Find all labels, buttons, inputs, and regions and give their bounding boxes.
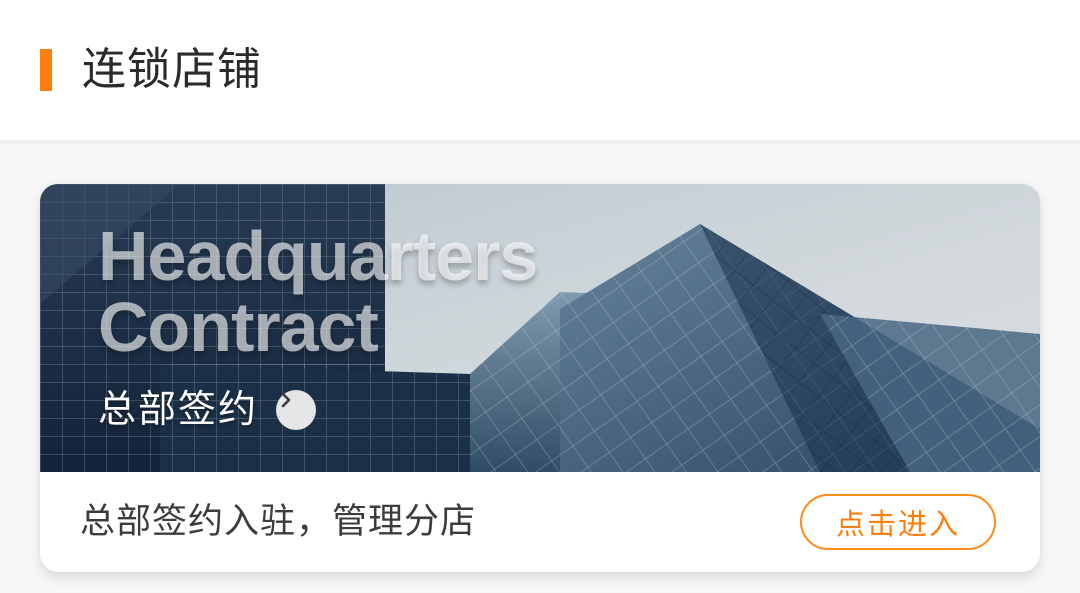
header-accent-bar [40, 49, 52, 91]
banner-title-en-line1: Headquarters [98, 217, 538, 295]
banner-title-en-line2: Contract [98, 288, 379, 366]
chevron-right-glyph [281, 392, 291, 408]
page-title: 连锁店铺 [82, 44, 262, 95]
headquarters-card[interactable]: Headquarters Contract 总部签约 总部签约入驻，管理分店 点… [40, 184, 1040, 572]
enter-button[interactable]: 点击进入 [800, 494, 996, 550]
card-footer: 总部签约入驻，管理分店 点击进入 [40, 472, 1040, 572]
banner-title-cn: 总部签约 [98, 387, 259, 431]
headquarters-banner[interactable]: Headquarters Contract 总部签约 [40, 184, 1040, 472]
chevron-right-icon[interactable] [276, 390, 316, 430]
card-description: 总部签约入驻，管理分店 [80, 502, 477, 542]
page-header: 连锁店铺 [0, 0, 1080, 140]
